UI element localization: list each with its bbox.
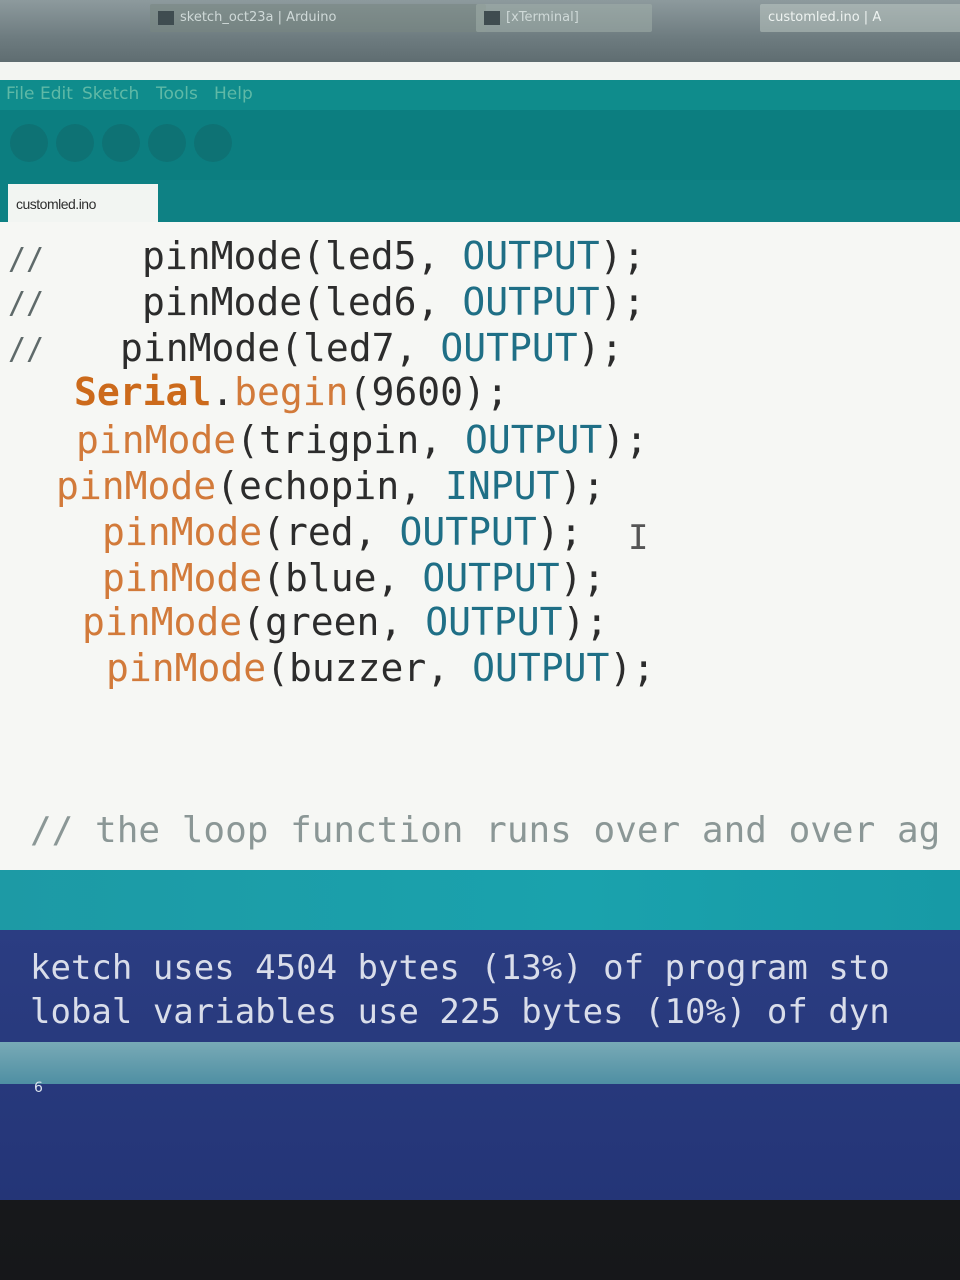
code-line: pinMode(led6, OUTPUT); <box>142 280 646 324</box>
tab-bar: customled.ino <box>0 180 960 222</box>
code-editor[interactable]: // // // pinMode(led5, OUTPUT); pinMode(… <box>0 222 960 872</box>
code-line: pinMode(led5, OUTPUT); <box>142 234 646 278</box>
menubar: File Edit Sketch Tools Help <box>0 80 960 110</box>
menu-help[interactable]: Help <box>214 84 253 104</box>
toolbar <box>0 110 960 180</box>
code-mode: OUTPUT <box>462 234 600 278</box>
code-line: pinMode(trigpin, OUTPUT); <box>76 418 649 462</box>
code-line: pinMode(red, OUTPUT); <box>102 510 583 554</box>
console-line: ketch uses 4504 bytes (13%) of program s… <box>30 948 890 988</box>
app-icon <box>158 10 174 25</box>
gutter-mark: // <box>8 332 45 367</box>
taskbar: sketch_oct23a | Arduino [xTerminal] cust… <box>0 0 960 62</box>
code-fn: pinMode <box>142 234 303 278</box>
screen: sketch_oct23a | Arduino [xTerminal] cust… <box>0 0 960 1200</box>
code-line: Serial.begin(9600); <box>74 370 509 414</box>
code-line: pinMode(led7, OUTPUT); <box>120 326 624 370</box>
taskbar-customled-label: customled.ino | A <box>768 10 882 25</box>
tab-customled[interactable]: customled.ino <box>8 184 158 222</box>
code-line: pinMode(green, OUTPUT); <box>82 600 609 644</box>
text-cursor-icon: I <box>628 518 649 558</box>
code-line: pinMode(blue, OUTPUT); <box>102 556 606 600</box>
status-bar <box>0 1042 960 1084</box>
save-button[interactable] <box>194 124 232 162</box>
taskbar-customled-window[interactable]: customled.ino | A <box>760 4 960 32</box>
taskbar-arduino-window[interactable]: sketch_oct23a | Arduino <box>150 4 486 32</box>
new-button[interactable] <box>102 124 140 162</box>
console-line: lobal variables use 225 bytes (10%) of d… <box>30 992 890 1032</box>
terminal-icon <box>484 10 500 25</box>
code-arg: led5 <box>325 234 417 278</box>
taskbar-terminal-label: [xTerminal] <box>506 10 579 25</box>
arduino-ide-window: File Edit Sketch Tools Help customled.in… <box>0 62 960 1200</box>
upload-button[interactable] <box>56 124 94 162</box>
status-line-number: 6 <box>34 1080 43 1096</box>
taskbar-arduino-label: sketch_oct23a | Arduino <box>180 10 337 25</box>
menu-file[interactable]: File <box>6 84 34 104</box>
taskbar-terminal-window[interactable]: [xTerminal] <box>476 4 652 32</box>
open-button[interactable] <box>148 124 186 162</box>
gutter-mark: // <box>8 242 45 277</box>
verify-button[interactable] <box>10 124 48 162</box>
code-comment: // the loop function runs over and over … <box>30 810 941 851</box>
menu-edit[interactable]: Edit <box>40 84 73 104</box>
editor-console-divider[interactable] <box>0 870 960 930</box>
menu-sketch[interactable]: Sketch <box>82 84 139 104</box>
code-line: pinMode(buzzer, OUTPUT); <box>106 646 656 690</box>
gutter-mark: // <box>8 286 45 321</box>
code-line: pinMode(echopin, INPUT); <box>56 464 606 508</box>
menu-tools[interactable]: Tools <box>156 84 198 104</box>
